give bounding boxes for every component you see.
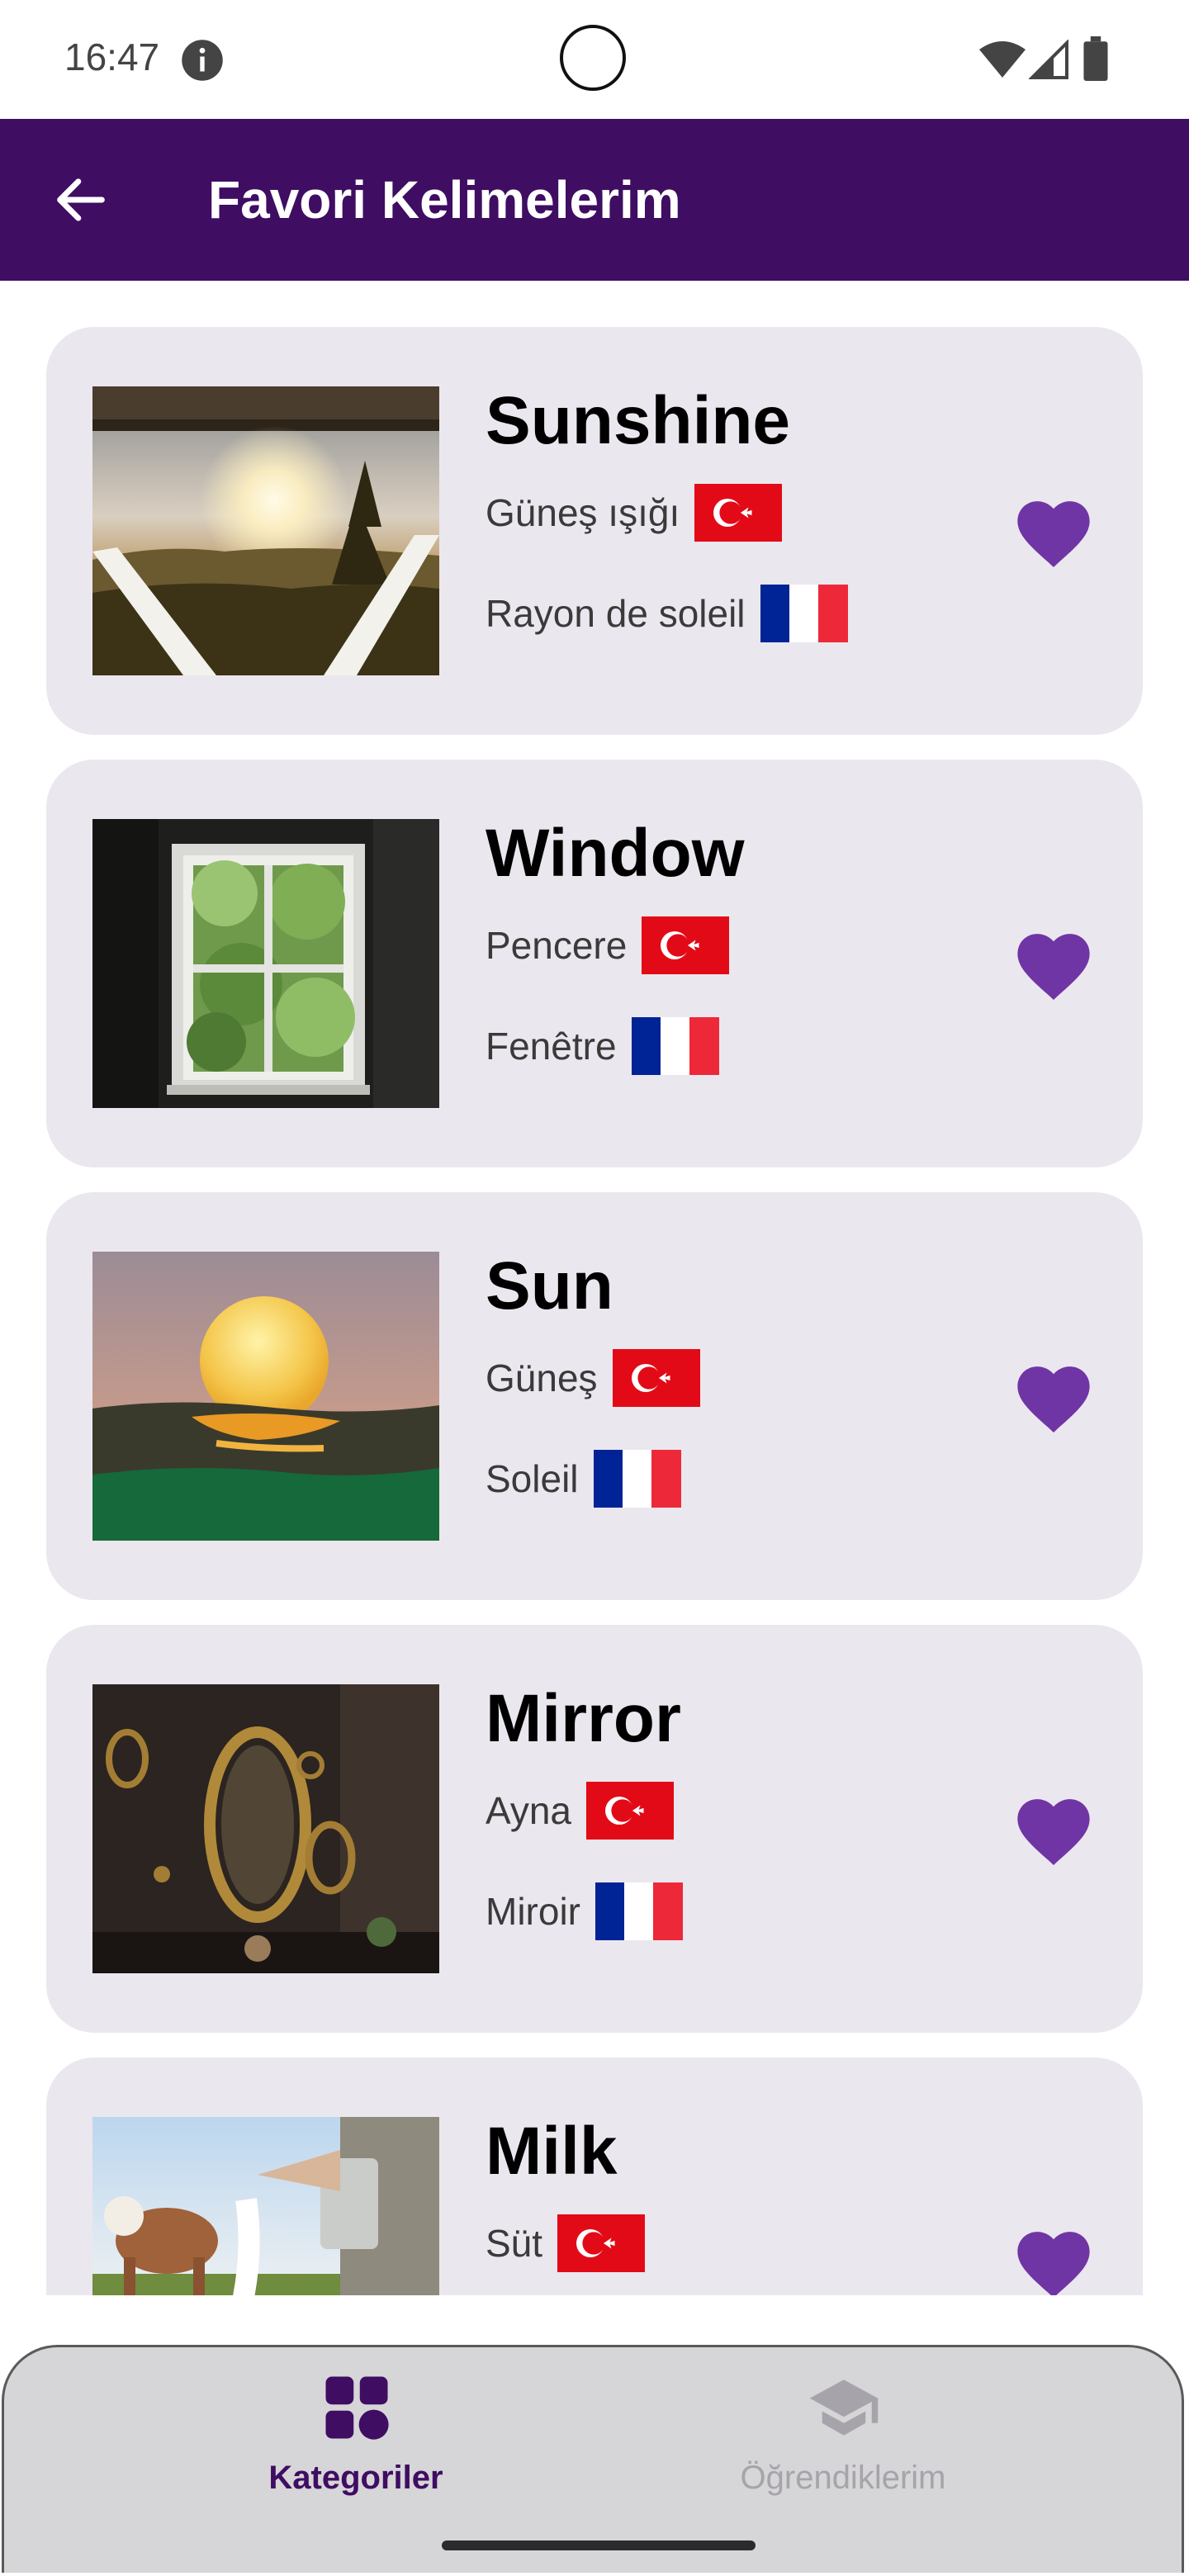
heart-icon[interactable] (1009, 490, 1098, 570)
nav-label-learned: Öğrendiklerim (740, 2460, 946, 2496)
info-icon (182, 40, 223, 81)
milk-photo (92, 2117, 439, 2295)
turkish-translation: Güneş (486, 1357, 598, 1399)
status-bar: 16:47 (0, 0, 1189, 119)
french-translation-row: Fenêtre (486, 1017, 719, 1075)
turkish-flag-icon (586, 1782, 675, 1840)
french-translation: Rayon de soleil (486, 592, 746, 635)
french-translation: Fenêtre (486, 1025, 617, 1068)
turkish-translation-row: Güneş (486, 1349, 700, 1407)
turkish-flag-icon (642, 916, 730, 974)
turkish-translation-row: Süt (486, 2214, 646, 2272)
french-flag-icon (760, 585, 848, 642)
word-english: Mirror (486, 1681, 681, 1756)
turkish-flag-icon (612, 1349, 700, 1407)
heart-icon[interactable] (1009, 2221, 1098, 2295)
nav-item-learned[interactable]: Öğrendiklerim (595, 2347, 1091, 2512)
french-translation: Miroir (486, 1890, 580, 1933)
heart-icon[interactable] (1009, 923, 1098, 1002)
word-english: Window (486, 816, 745, 891)
nav-item-categories[interactable]: Kategoriler (108, 2347, 604, 2512)
wifi-icon (979, 41, 1026, 78)
word-card[interactable]: Sun Güneş Soleil (46, 1192, 1143, 1600)
turkish-translation-row: Ayna (486, 1782, 675, 1840)
heart-icon[interactable] (1009, 1788, 1098, 1868)
word-english: Sun (486, 1248, 613, 1324)
word-card[interactable]: Window Pencere Fenêtre (46, 760, 1143, 1167)
french-translation-row: Rayon de soleil (486, 585, 848, 642)
turkish-translation-row: Pencere (486, 916, 730, 974)
turkish-flag-icon (694, 484, 783, 542)
home-indicator[interactable] (442, 2540, 756, 2550)
window-photo (92, 819, 439, 1108)
word-english: Sunshine (486, 383, 791, 458)
turkish-translation: Süt (486, 2222, 543, 2265)
categories-icon (325, 2376, 389, 2440)
sun-photo (92, 1252, 439, 1541)
status-time: 16:47 (64, 36, 160, 78)
graduation-cap-icon (809, 2379, 879, 2436)
french-flag-icon (631, 1017, 719, 1075)
french-translation-row: Soleil (486, 1450, 681, 1508)
app-bar: Favori Kelimelerim (0, 119, 1189, 281)
battery-icon (1083, 36, 1108, 81)
mirror-photo (92, 1684, 439, 1973)
word-card[interactable]: Sunshine Güneş ışığı Rayon de soleil (46, 327, 1143, 735)
sunshine-photo (92, 386, 439, 675)
bottom-navigation: Kategoriler Öğrendiklerim (2, 2345, 1184, 2573)
french-translation: Soleil (486, 1457, 579, 1500)
french-flag-icon (594, 1882, 683, 1940)
nav-label-categories: Kategoriler (268, 2460, 443, 2496)
turkish-translation: Pencere (486, 924, 628, 967)
heart-icon[interactable] (1009, 1356, 1098, 1435)
word-card[interactable]: Mirror Ayna Miroir (46, 1625, 1143, 2033)
page-title: Favori Kelimelerim (208, 170, 681, 230)
signal-icon (1029, 40, 1068, 79)
turkish-flag-icon (557, 2214, 646, 2272)
french-flag-icon (593, 1450, 681, 1508)
back-arrow-icon[interactable] (50, 168, 112, 231)
favorites-list[interactable]: Sunshine Güneş ışığı Rayon de soleil Win… (0, 281, 1189, 2295)
turkish-translation-row: Güneş ışığı (486, 484, 783, 542)
word-card[interactable]: Milk Süt (46, 2057, 1143, 2295)
turkish-translation: Güneş ışığı (486, 491, 680, 534)
turkish-translation: Ayna (486, 1789, 572, 1832)
camera-cutout (560, 25, 626, 91)
french-translation-row: Miroir (486, 1882, 683, 1940)
word-english: Milk (486, 2114, 618, 2189)
